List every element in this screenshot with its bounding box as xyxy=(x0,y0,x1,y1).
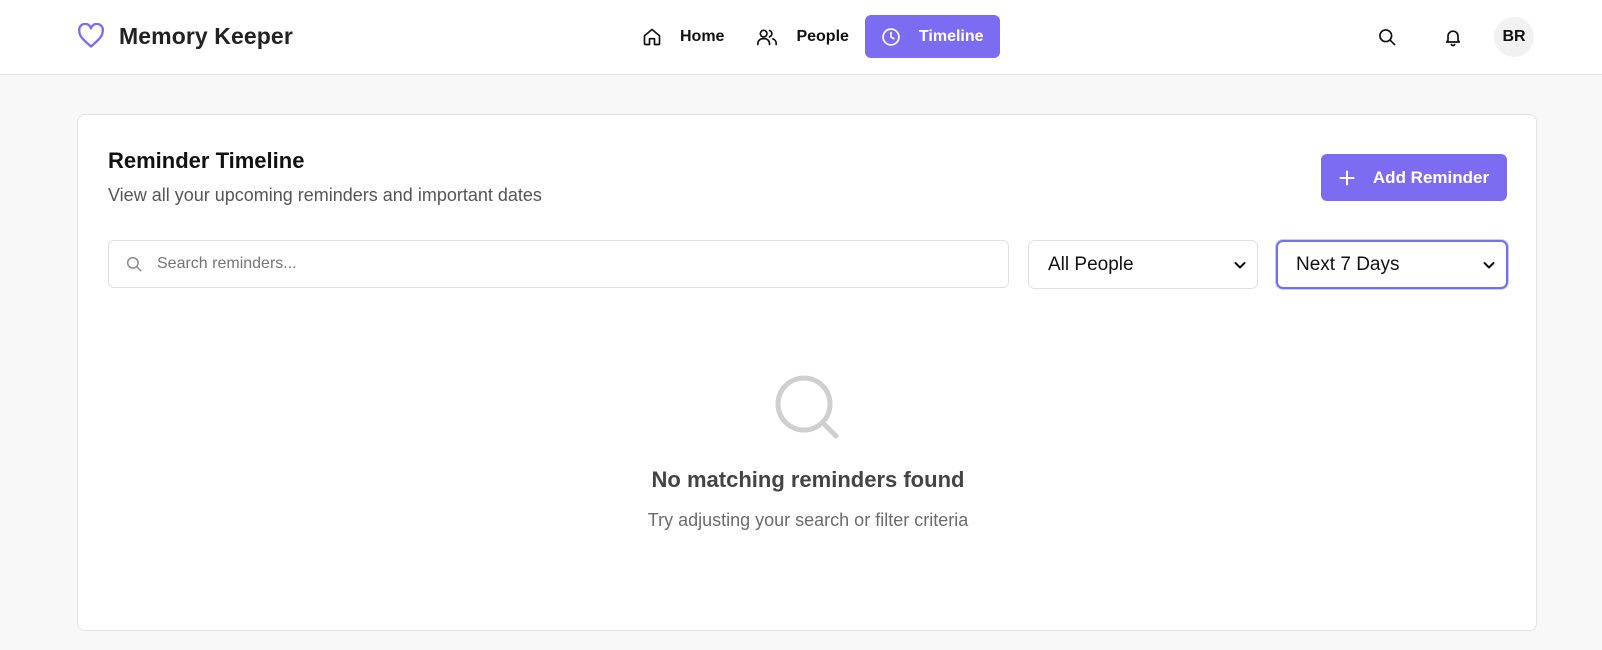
nav-item-timeline[interactable]: Timeline xyxy=(864,15,1000,58)
chevron-down-icon xyxy=(1482,258,1496,272)
search-icon xyxy=(78,373,1538,443)
users-icon xyxy=(756,27,778,47)
search-icon xyxy=(1377,27,1397,47)
reminder-timeline-card: Reminder Timeline View all your upcoming… xyxy=(77,114,1537,631)
plus-icon xyxy=(1339,170,1355,186)
avatar[interactable]: BR xyxy=(1494,17,1534,57)
main-nav: Home People Timeline xyxy=(642,15,1000,58)
page-title: Reminder Timeline xyxy=(108,148,305,173)
empty-state-subtitle: Try adjusting your search or filter crit… xyxy=(647,510,969,530)
empty-state-title: No matching reminders found xyxy=(651,467,965,492)
notifications-button[interactable] xyxy=(1432,16,1474,58)
chevron-down-icon xyxy=(1233,258,1247,272)
heart-icon xyxy=(77,23,105,49)
nav-item-home[interactable]: Home xyxy=(642,15,740,58)
date-range-filter-select[interactable]: Next 7 Days xyxy=(1276,240,1508,289)
bell-icon xyxy=(1443,27,1463,47)
search-button[interactable] xyxy=(1366,16,1408,58)
search-field[interactable] xyxy=(108,240,1009,288)
date-range-value: Next 7 Days xyxy=(1296,253,1400,275)
search-icon xyxy=(125,255,143,273)
people-filter-select[interactable]: All People xyxy=(1028,240,1258,289)
nav-item-label: Home xyxy=(680,27,725,45)
nav-item-label: Timeline xyxy=(918,27,984,45)
page-subtitle: View all your upcoming reminders and imp… xyxy=(108,185,542,205)
brand[interactable]: Memory Keeper xyxy=(77,18,293,54)
nav-item-people[interactable]: People xyxy=(740,15,864,58)
add-reminder-label: Add Reminder xyxy=(1372,167,1490,187)
app-title: Memory Keeper xyxy=(119,22,293,49)
clock-icon xyxy=(881,27,901,47)
home-icon xyxy=(642,27,662,47)
search-input[interactable] xyxy=(157,255,957,273)
top-navigation-bar: Memory Keeper Home People Timeline BR xyxy=(0,0,1602,75)
nav-item-label: People xyxy=(796,27,849,45)
add-reminder-button[interactable]: Add Reminder xyxy=(1321,154,1507,201)
empty-state: No matching reminders found Try adjustin… xyxy=(78,373,1538,531)
header-actions: BR xyxy=(1366,16,1534,58)
people-filter-value: All People xyxy=(1048,253,1134,275)
